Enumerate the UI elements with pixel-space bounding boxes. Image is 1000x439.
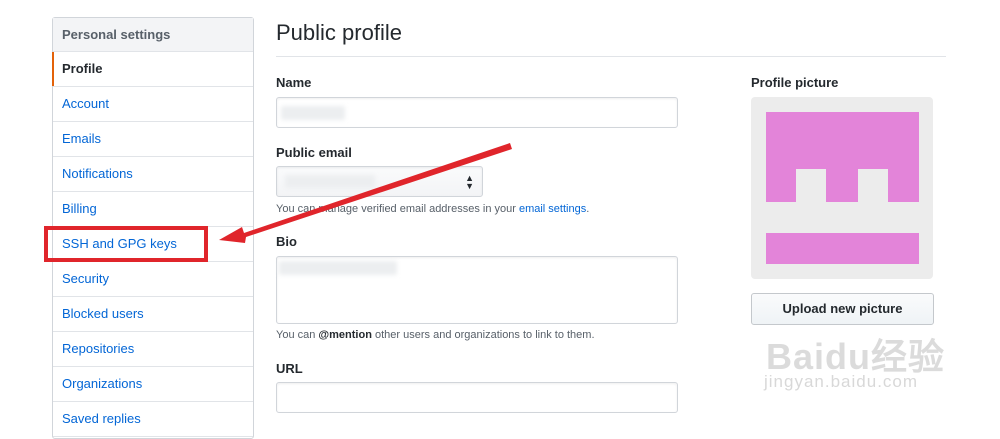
sidebar-item-saved-replies[interactable]: Saved replies [53, 402, 253, 437]
sidebar-item-repositories[interactable]: Repositories [53, 332, 253, 367]
mention-text: @mention [318, 329, 372, 341]
select-arrows-icon: ▲ ▼ [465, 173, 474, 191]
upload-new-picture-button[interactable]: Upload new picture [751, 293, 934, 325]
sidebar-item-account[interactable]: Account [53, 87, 253, 122]
url-label: URL [276, 361, 303, 376]
sidebar-item-organizations[interactable]: Organizations [53, 367, 253, 402]
baidu-watermark-url: jingyan.baidu.com [764, 372, 919, 391]
sidebar-item-profile[interactable]: Profile [52, 52, 253, 87]
page-title: Public profile [276, 20, 402, 45]
profile-picture-label: Profile picture [751, 75, 839, 90]
name-label: Name [276, 75, 312, 90]
sidebar-item-emails[interactable]: Emails [53, 122, 253, 157]
name-redacted [281, 106, 345, 120]
bio-textarea[interactable] [276, 256, 678, 324]
sidebar-item-notifications[interactable]: Notifications [53, 157, 253, 192]
email-note-text: You can manage verified email addresses … [276, 203, 516, 215]
annotation-highlight-box [44, 226, 208, 262]
bio-redacted [279, 261, 397, 275]
email-settings-note: You can manage verified email addresses … [276, 203, 589, 215]
avatar[interactable] [751, 97, 933, 279]
bio-note-suffix: other users and organizations to link to… [375, 329, 595, 341]
email-redacted [285, 175, 375, 188]
email-note-period: . [586, 203, 590, 215]
public-email-label: Public email [276, 145, 352, 160]
bio-note-prefix: You can [276, 329, 316, 341]
sidebar-item-security[interactable]: Security [53, 262, 253, 297]
identicon-shapes [766, 112, 919, 264]
url-input[interactable] [276, 382, 678, 413]
public-email-select[interactable]: ▲ ▼ [276, 166, 483, 197]
sidebar-item-billing[interactable]: Billing [53, 192, 253, 227]
email-settings-link[interactable]: email settings [519, 203, 586, 215]
bio-mention-note: You can @mention other users and organiz… [276, 329, 595, 341]
name-input[interactable] [276, 97, 678, 128]
sidebar-item-blocked-users[interactable]: Blocked users [53, 297, 253, 332]
title-divider [276, 56, 946, 57]
identicon-image [766, 112, 919, 264]
sidebar-header: Personal settings [53, 18, 253, 52]
bio-label: Bio [276, 234, 297, 249]
